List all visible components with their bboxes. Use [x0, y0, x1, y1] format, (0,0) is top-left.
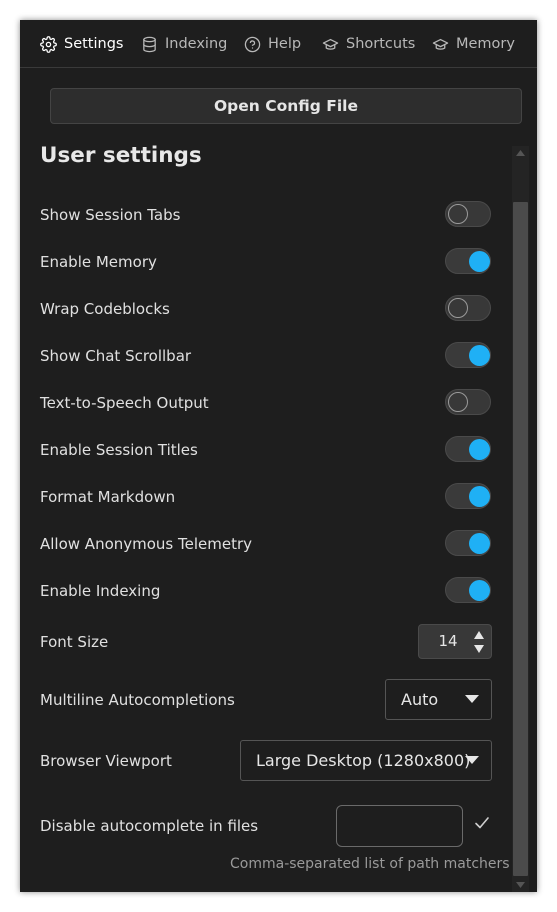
path-matchers-hint: Comma-separated list of path matchers	[230, 856, 510, 872]
nav-tab-label: Memory	[456, 36, 515, 52]
autocomplete-label: Disable autocomplete in files	[40, 817, 259, 835]
setting-label: Show Chat Scrollbar	[40, 347, 192, 365]
enable-session-titles-toggle[interactable]	[445, 436, 491, 462]
chevron-down-icon	[465, 695, 479, 703]
multiline-label: Multiline Autocompletions	[40, 691, 235, 709]
nav-tab-indexing[interactable]: Indexing	[141, 20, 227, 68]
setting-label: Format Markdown	[40, 488, 176, 506]
anonymous-telemetry-toggle[interactable]	[445, 530, 491, 556]
show-session-tabs-toggle[interactable]	[445, 201, 491, 227]
scroll-up-arrow-icon[interactable]	[516, 150, 525, 156]
scrollbar-thumb[interactable]	[513, 202, 528, 876]
multiline-select[interactable]: Auto	[385, 679, 492, 720]
settings-window: Settings Indexing Help Shortcuts Memory …	[20, 20, 537, 892]
text-to-speech-toggle[interactable]	[445, 389, 491, 415]
database-icon	[143, 36, 156, 52]
show-chat-scrollbar-toggle[interactable]	[445, 342, 491, 368]
scroll-down-arrow-icon[interactable]	[516, 882, 525, 888]
toggle-knob	[469, 250, 490, 272]
nav-tab-help[interactable]: Help	[244, 20, 301, 68]
nav-tab-label: Indexing	[165, 36, 228, 52]
nav-tab-settings[interactable]: Settings	[40, 20, 123, 68]
enable-memory-toggle[interactable]	[445, 248, 491, 274]
open-config-file-button[interactable]: Open Config File	[50, 88, 522, 124]
enable-indexing-toggle[interactable]	[445, 577, 491, 603]
nav-tab-label: Help	[268, 36, 302, 52]
nav-tab-label: Settings	[64, 36, 124, 52]
stepper-arrows-icon[interactable]	[473, 629, 485, 655]
graduation-cap-icon	[322, 38, 339, 50]
section-title: User settings	[40, 143, 202, 168]
toggle-knob	[469, 485, 490, 507]
toggle-knob	[469, 579, 490, 601]
gear-icon	[40, 35, 57, 53]
path-matchers-input[interactable]	[336, 805, 463, 847]
multiline-selected-value: Auto	[401, 690, 439, 709]
font-size-label: Font Size	[40, 633, 109, 651]
setting-label: Enable Memory	[40, 253, 157, 271]
viewport-selected-value: Large Desktop (1280x800)	[256, 751, 471, 770]
nav-tab-shortcuts[interactable]: Shortcuts	[322, 20, 415, 68]
wrap-codeblocks-toggle[interactable]	[445, 295, 491, 321]
setting-label: Show Session Tabs	[40, 206, 181, 224]
help-circle-icon	[244, 36, 261, 52]
toggle-knob	[448, 298, 468, 318]
setting-label: Enable Session Titles	[40, 441, 198, 459]
toggle-knob	[469, 344, 490, 366]
setting-label: Enable Indexing	[40, 582, 161, 600]
toggle-knob	[469, 438, 490, 460]
viewport-select[interactable]: Large Desktop (1280x800)	[240, 740, 492, 781]
nav-tab-label: Shortcuts	[346, 36, 416, 52]
toggle-knob	[448, 204, 468, 224]
format-markdown-toggle[interactable]	[445, 483, 491, 509]
setting-label: Allow Anonymous Telemetry	[40, 535, 253, 553]
viewport-label: Browser Viewport	[40, 752, 172, 770]
toggle-knob	[448, 392, 468, 412]
toggle-knob	[469, 532, 490, 554]
vertical-scrollbar[interactable]	[512, 146, 529, 892]
check-icon[interactable]	[474, 815, 490, 831]
chevron-down-icon	[465, 756, 479, 764]
top-nav: Settings Indexing Help Shortcuts Memory	[20, 20, 537, 68]
font-size-stepper[interactable]: 14	[418, 624, 492, 659]
setting-label: Wrap Codeblocks	[40, 300, 170, 318]
graduation-cap-icon	[432, 38, 449, 50]
font-size-value: 14	[438, 632, 458, 650]
setting-label: Text-to-Speech Output	[40, 394, 209, 412]
nav-tab-memory[interactable]: Memory	[432, 20, 515, 68]
